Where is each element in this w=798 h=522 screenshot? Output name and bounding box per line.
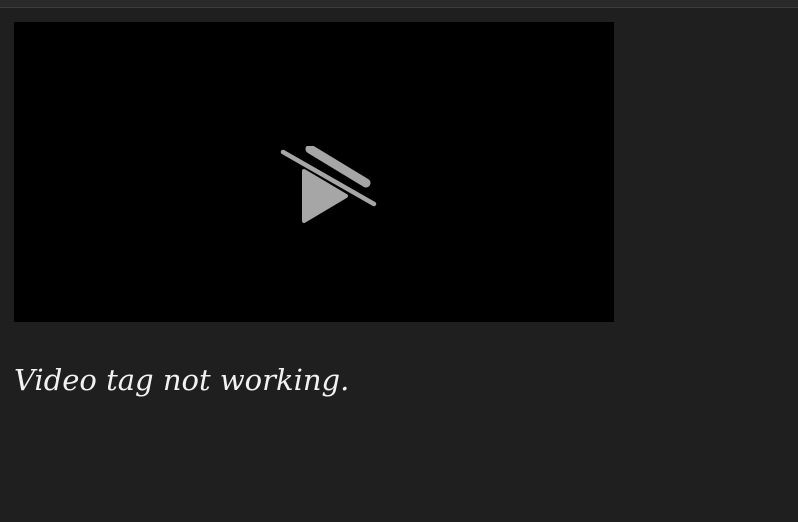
caption-text: Video tag not working. <box>14 363 350 397</box>
top-border <box>0 0 798 8</box>
video-player[interactable] <box>14 22 614 322</box>
video-unavailable-icon <box>280 146 377 223</box>
